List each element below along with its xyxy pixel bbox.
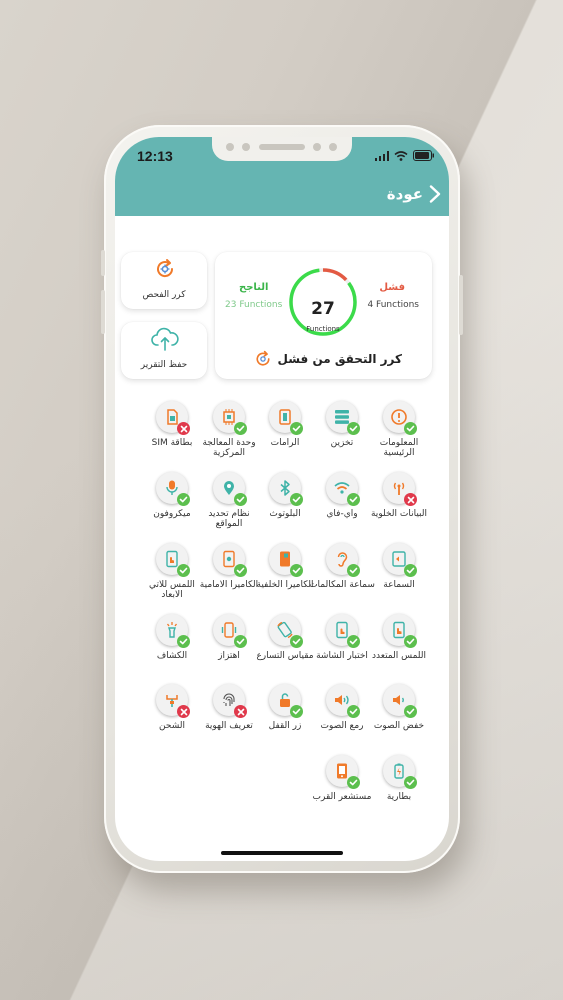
check-icon (177, 564, 190, 577)
check-icon (290, 422, 303, 435)
error-icon (177, 422, 190, 435)
phone-side-button (101, 290, 105, 334)
test-item[interactable]: اهتزاز (201, 614, 257, 686)
recheck-failed-label: كرر التحقق من فشل (277, 352, 402, 366)
test-item[interactable]: السماعة (371, 543, 427, 615)
test-item[interactable]: بطارية (371, 755, 427, 827)
status-icons (375, 150, 435, 161)
pass-title: الناجح (239, 282, 269, 293)
check-icon (234, 635, 247, 648)
check-icon (347, 705, 360, 718)
test-label: اللمس للاتي الابعاد (149, 580, 195, 600)
test-item[interactable]: الكاميرا الامامية (200, 543, 258, 615)
check-icon (234, 493, 247, 506)
home-indicator (221, 851, 343, 855)
battery-status-icon (413, 150, 434, 161)
recheck-card[interactable]: كرر الفحص (121, 252, 207, 309)
error-icon (234, 705, 247, 718)
back-button[interactable]: عودة (387, 185, 441, 203)
test-item[interactable]: الكشاف (144, 614, 200, 686)
recheck-failed-icon (256, 350, 271, 366)
recheck-label: كرر الفحص (142, 290, 186, 300)
fail-title: فشل (379, 282, 405, 293)
check-icon (177, 635, 190, 648)
recheck-gear-icon (157, 259, 174, 278)
test-label: الشحن (159, 721, 185, 731)
check-icon (290, 564, 303, 577)
test-item[interactable]: مستشعر القرب (313, 755, 372, 827)
check-icon (347, 493, 360, 506)
error-icon (404, 493, 417, 506)
test-item[interactable]: خفض الصوت (371, 684, 427, 756)
test-item[interactable]: بطاقة SIM (144, 401, 200, 473)
test-item[interactable]: تعريف الهوية (201, 684, 257, 756)
check-icon (234, 422, 247, 435)
save-report-label: حفظ التقرير (140, 360, 188, 370)
test-label: الكشاف (156, 651, 188, 661)
status-time: 12:13 (137, 148, 173, 164)
check-icon (347, 635, 360, 648)
fail-count: 4 Functions (367, 300, 419, 310)
signal-icon (375, 150, 389, 161)
check-icon (404, 422, 417, 435)
recheck-failed-button[interactable]: كرر التحقق من فشل (254, 350, 402, 368)
phone-side-button (101, 250, 105, 276)
wifi-status-icon (394, 150, 408, 161)
check-icon (177, 493, 190, 506)
check-icon (290, 705, 303, 718)
test-item[interactable]: الكاميرا الخلفية (257, 543, 313, 615)
total-label: Functions (306, 325, 340, 333)
check-icon (404, 705, 417, 718)
test-item[interactable]: سماعة المكالمات (309, 543, 375, 615)
test-item[interactable]: وحدة المعالجة المركزية (201, 401, 257, 473)
test-item[interactable]: زر القفل (257, 684, 313, 756)
test-item[interactable]: واي-فاي (314, 472, 370, 544)
phone-side-button (459, 275, 463, 335)
cloud-upload-icon (151, 327, 179, 351)
test-item[interactable]: ميكروفون (144, 472, 200, 544)
chevron-right-icon (429, 185, 441, 203)
test-item[interactable]: البلوتوث (257, 472, 313, 544)
total-count: 27 (311, 299, 335, 319)
test-item[interactable]: الرامات (257, 401, 313, 473)
summary-card: فشل 4 Functions الناجح 23 Functions 27 F… (215, 252, 432, 379)
camera-notch (212, 137, 352, 161)
check-icon (404, 564, 417, 577)
check-icon (234, 564, 247, 577)
test-item[interactable]: الشحن (144, 684, 200, 756)
check-icon (347, 776, 360, 789)
back-label: عودة (386, 185, 423, 203)
check-icon (290, 635, 303, 648)
test-item[interactable]: نظام تحديد المواقع (201, 472, 257, 544)
check-icon (347, 422, 360, 435)
test-item[interactable]: اللمس للاتي الابعاد (144, 543, 200, 615)
check-icon (404, 635, 417, 648)
test-label: ميكروفون (153, 509, 191, 519)
test-label: بطاقة SIM (151, 438, 193, 448)
test-item[interactable]: تخزين (314, 401, 370, 473)
results-donut: 27 Functions (288, 267, 358, 337)
test-item[interactable]: مقياس التسارع (256, 614, 314, 686)
pass-count: 23 Functions (225, 300, 283, 310)
test-item[interactable]: اللمس المتعدد (371, 614, 427, 686)
app-header: 12:13 عودة (115, 137, 449, 216)
save-report-card[interactable]: حفظ التقرير (121, 322, 207, 379)
test-item[interactable]: اختبار الشاشة (314, 614, 370, 686)
app-screen: 12:13 عودة كرر الفحص حفظ التقرير فشل 4 F… (115, 137, 449, 861)
test-item[interactable]: رمع الصوت (314, 684, 370, 756)
check-icon (347, 564, 360, 577)
check-icon (290, 493, 303, 506)
test-item[interactable]: البيانات الخلوية (371, 472, 427, 544)
error-icon (177, 705, 190, 718)
check-icon (404, 776, 417, 789)
test-label: مستشعر القرب (312, 792, 372, 802)
test-item[interactable]: المعلومات الرئيسية (371, 401, 427, 473)
